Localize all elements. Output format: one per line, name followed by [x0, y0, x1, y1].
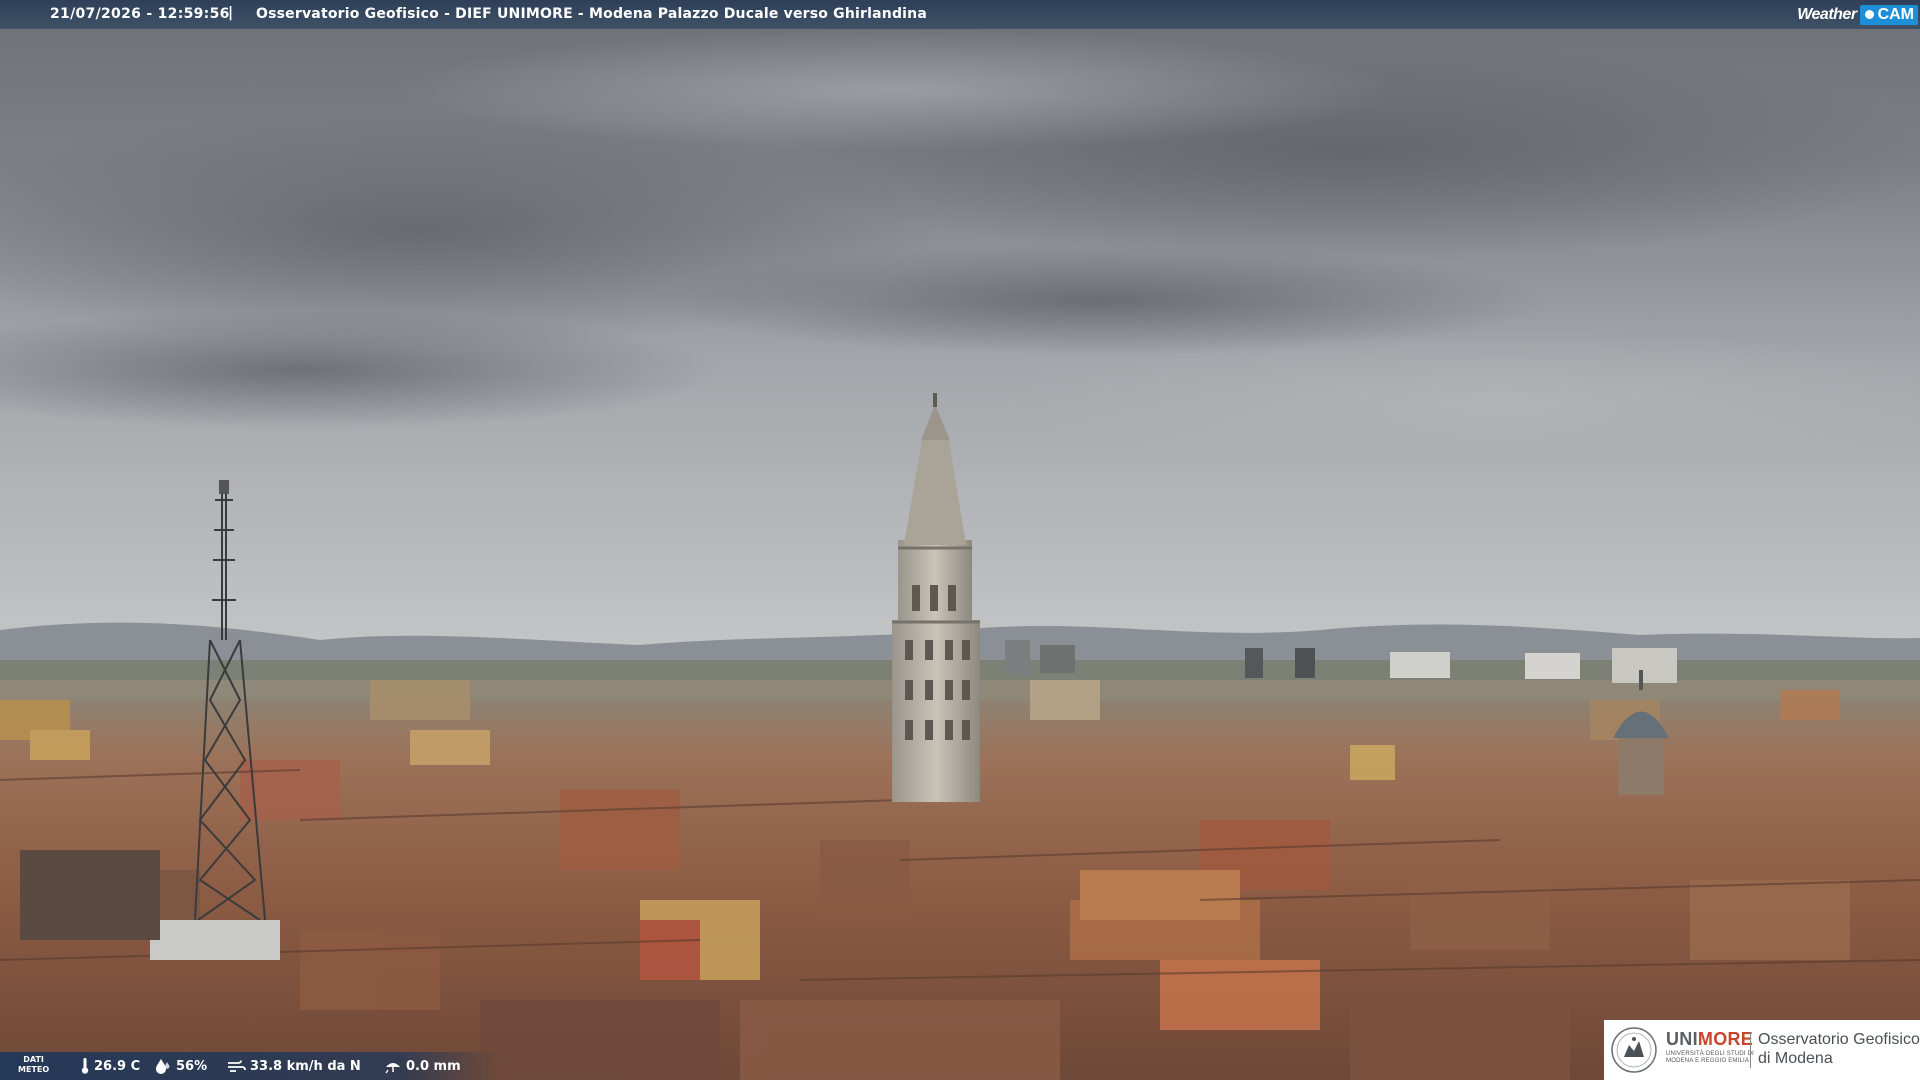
camera-title: Osservatorio Geofisico - DIEF UNIMORE - … — [256, 6, 927, 22]
weather-label-line2: METEO — [18, 1065, 50, 1074]
unimore-wordmark: UNIMORE — [1666, 1029, 1753, 1050]
humidity-value: 56% — [176, 1058, 208, 1074]
unimore-observatory-logo: UNIMORE UNIVERSITÀ DEGLI STUDI DI MODENA… — [1604, 1020, 1920, 1080]
weather-data-bar: DATI METEO 26.9 C 56% 33.8 km/h da N 0.0… — [0, 1052, 500, 1080]
rain-reading: 0.0 mm — [384, 1058, 461, 1074]
webcam-landscape-image — [0, 0, 1920, 1080]
weathercam-logo-badge: CAM — [1859, 4, 1918, 25]
humidity-reading: 56% — [154, 1058, 207, 1074]
webcam-lens-icon — [1862, 8, 1876, 21]
weathercam-logo-word2: CAM — [1877, 5, 1914, 23]
university-subtitle-line1: UNIVERSITÀ DEGLI STUDI DI — [1666, 1051, 1755, 1057]
wind-value: 33.8 km/h da N — [250, 1058, 361, 1074]
title-separator: | — [228, 5, 234, 21]
camera-info-bar: 21/07/2026 - 12:59:56 | Osservatorio Geo… — [0, 0, 1920, 29]
unimore-more: MORE — [1697, 1029, 1754, 1049]
weathercam-logo[interactable]: Weather CAM — [1797, 2, 1918, 27]
university-subtitle: UNIVERSITÀ DEGLI STUDI DI MODENA E REGGI… — [1666, 1051, 1754, 1065]
logo-divider — [1750, 1032, 1751, 1068]
wind-icon — [228, 1060, 246, 1072]
temperature-reading: 26.9 C — [80, 1058, 140, 1074]
timestamp: 21/07/2026 - 12:59:56 — [50, 6, 230, 22]
university-subtitle-line2: MODENA E REGGIO EMILIA — [1666, 1058, 1750, 1064]
university-seal-icon — [1611, 1027, 1657, 1073]
observatory-name-line1: Osservatorio Geofisico — [1758, 1031, 1920, 1048]
weather-data-label: DATI METEO — [18, 1055, 49, 1075]
unimore-uni: UNI — [1666, 1029, 1698, 1049]
webcam-frame: 21/07/2026 - 12:59:56 | Osservatorio Geo… — [0, 0, 1920, 1080]
weathercam-logo-word1: Weather — [1797, 5, 1857, 23]
humidity-drop-icon — [156, 1059, 170, 1074]
rain-value: 0.0 mm — [406, 1058, 461, 1074]
observatory-name: Osservatorio Geofisico di Modena — [1758, 1030, 1920, 1068]
observatory-name-line2: di Modena — [1758, 1050, 1833, 1067]
temperature-value: 26.9 C — [94, 1058, 141, 1074]
rain-icon — [385, 1063, 400, 1074]
wind-reading: 33.8 km/h da N — [226, 1058, 361, 1074]
weather-label-line1: DATI — [23, 1055, 44, 1064]
thermometer-icon — [81, 1058, 89, 1074]
